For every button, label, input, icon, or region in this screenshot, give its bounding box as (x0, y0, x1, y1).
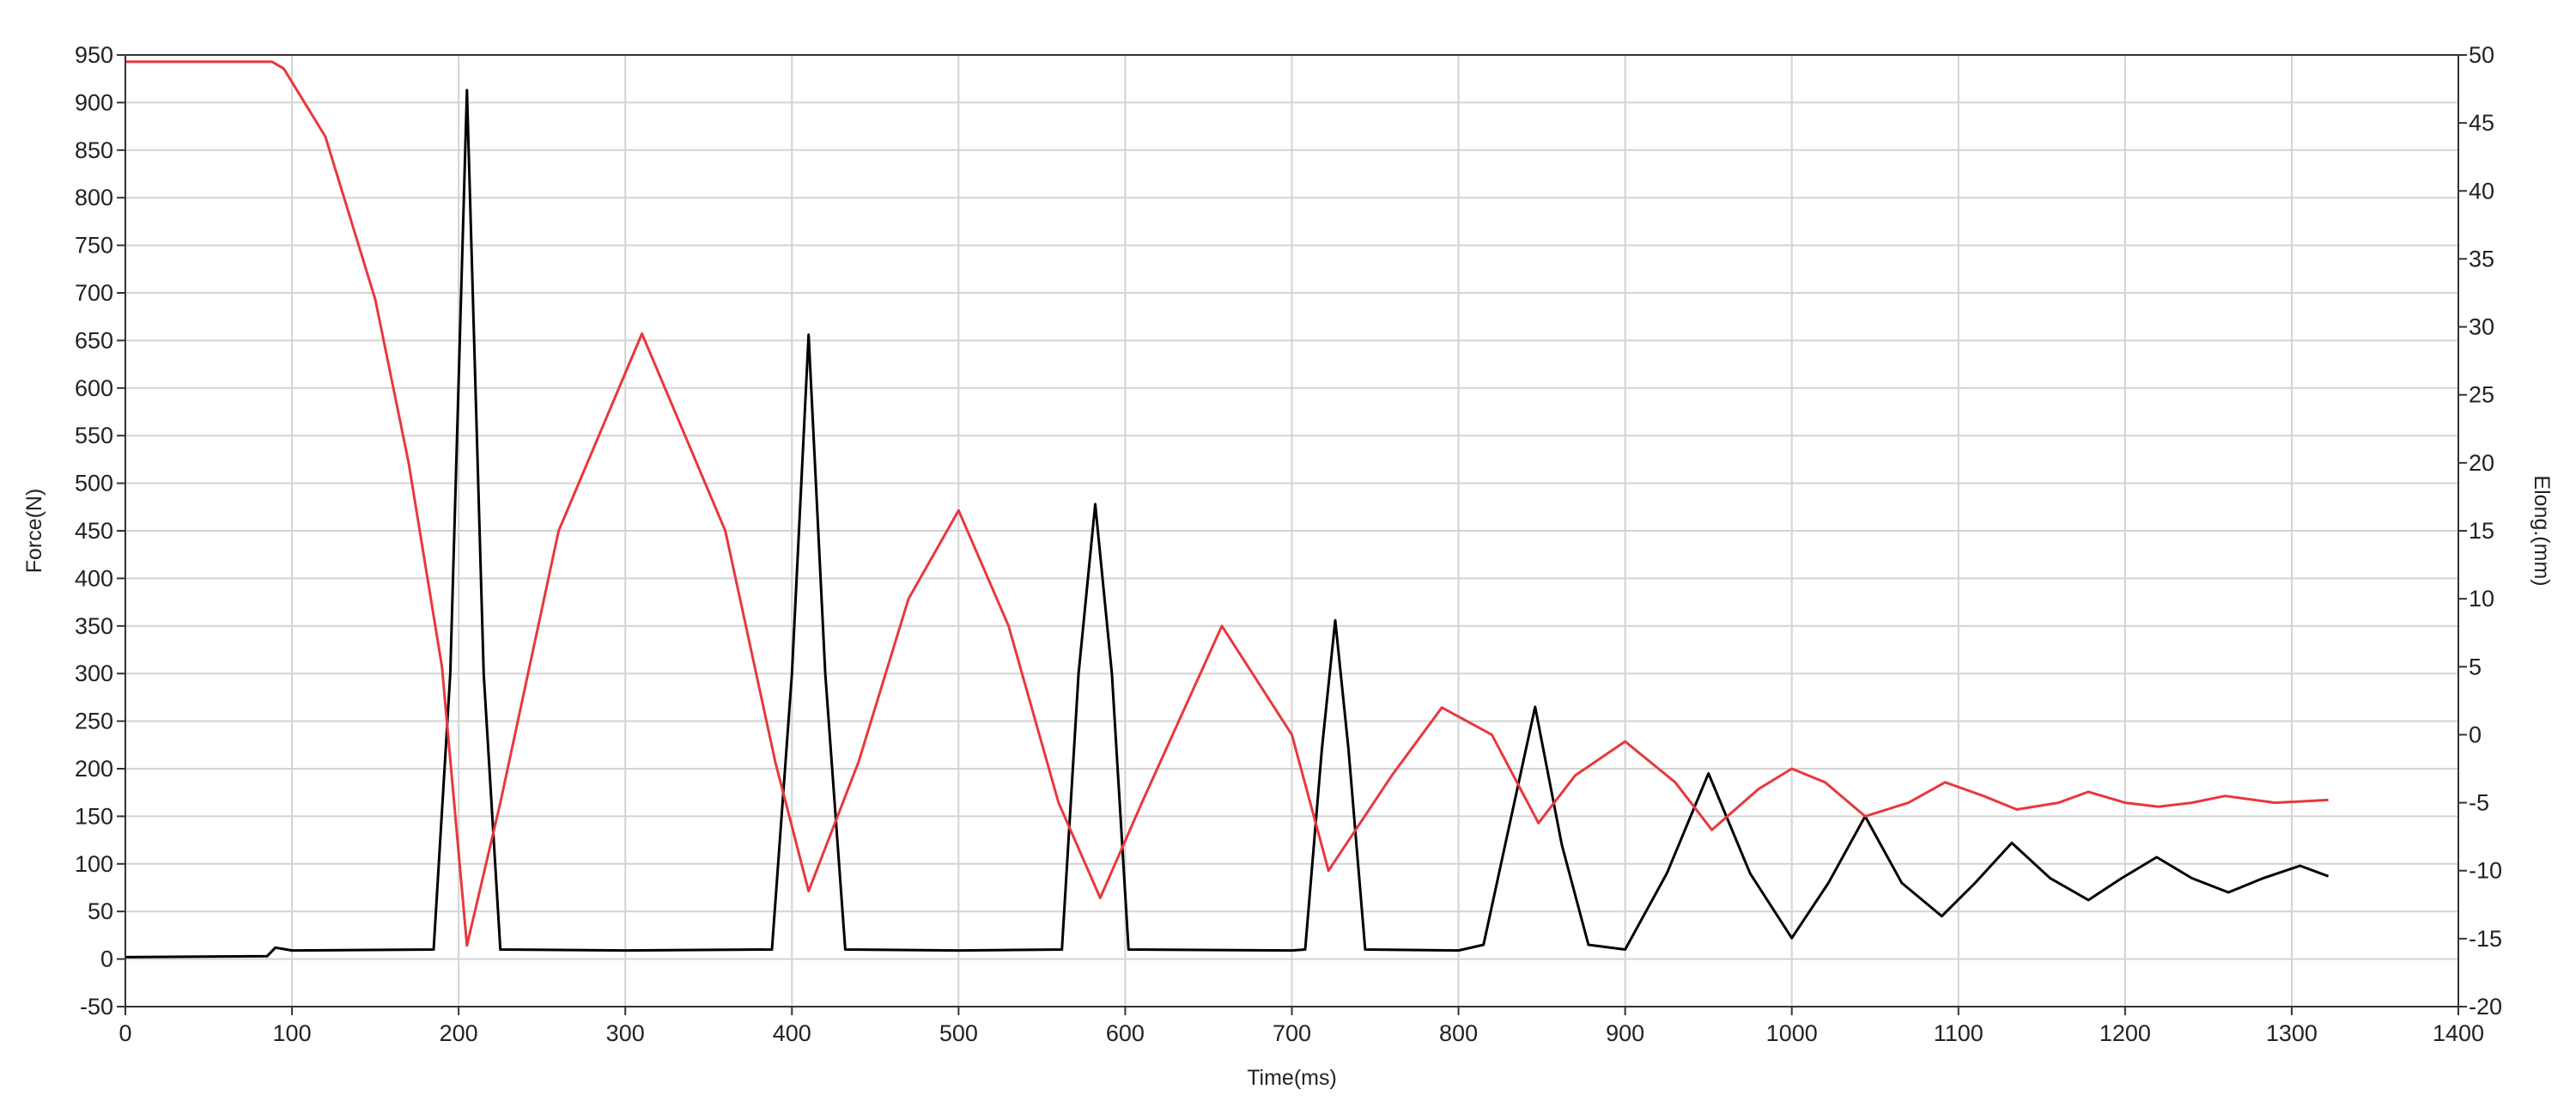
y-tick-label: 850 (75, 137, 113, 163)
x-tick-label: 1300 (2266, 1020, 2318, 1046)
y-tick-label: 50 (88, 898, 113, 924)
x-tick-label: 400 (773, 1020, 811, 1046)
y-tick-label: 300 (75, 660, 113, 686)
y2-tick-label: 25 (2469, 382, 2494, 408)
x-tick-label: 700 (1273, 1020, 1311, 1046)
x-tick-label: 0 (118, 1020, 131, 1046)
y-tick-label: 500 (75, 471, 113, 496)
y-tick-label: 150 (75, 803, 113, 829)
x-tick-label: 600 (1106, 1020, 1145, 1046)
x-tick-label: 800 (1439, 1020, 1478, 1046)
y-tick-label: 550 (75, 423, 113, 448)
x-tick-label: 100 (273, 1020, 312, 1046)
y-tick-label: -50 (80, 994, 113, 1020)
y2-tick-label: 15 (2469, 518, 2494, 544)
x-tick-label: 1400 (2433, 1020, 2484, 1046)
x-tick-label: 300 (606, 1020, 645, 1046)
y2-tick-label: -20 (2469, 994, 2502, 1020)
y-tick-label: 450 (75, 518, 113, 544)
x-tick-label: 900 (1606, 1020, 1644, 1046)
y2-tick-label: 30 (2469, 314, 2494, 340)
x-tick-label: 500 (939, 1020, 978, 1046)
y-tick-label: 600 (75, 375, 113, 401)
y-tick-label: 950 (75, 42, 113, 68)
chart-container: 0100200300400500600700800900100011001200… (0, 0, 2576, 1116)
y-tick-label: 250 (75, 709, 113, 734)
y2-tick-label: -15 (2469, 926, 2502, 952)
y2-tick-label: 5 (2469, 654, 2482, 679)
y-tick-label: 400 (75, 565, 113, 591)
x-tick-label: 200 (440, 1020, 478, 1046)
y-tick-label: 900 (75, 89, 113, 115)
y-tick-label: 0 (100, 947, 113, 972)
y2-tick-label: 40 (2469, 178, 2494, 204)
x-tick-label: 1000 (1766, 1020, 1818, 1046)
y2-tick-label: 45 (2469, 110, 2494, 136)
y-tick-label: 200 (75, 756, 113, 782)
y-tick-label: 750 (75, 233, 113, 259)
y-tick-label: 100 (75, 851, 113, 877)
y-tick-label: 650 (75, 327, 113, 353)
y-axis-title: Force(N) (22, 489, 46, 574)
y2-tick-label: 10 (2469, 586, 2494, 612)
chart-svg: 0100200300400500600700800900100011001200… (0, 0, 2576, 1116)
y2-axis-title: Elong.(mm) (2530, 475, 2554, 586)
y2-tick-label: 0 (2469, 721, 2482, 747)
y-tick-label: 350 (75, 613, 113, 639)
y2-tick-label: -10 (2469, 858, 2502, 884)
x-axis-title: Time(ms) (1247, 1066, 1337, 1090)
y-tick-label: 700 (75, 280, 113, 306)
y2-tick-label: 35 (2469, 246, 2494, 271)
x-tick-label: 1200 (2099, 1020, 2151, 1046)
y2-tick-label: 50 (2469, 42, 2494, 68)
chart-background (0, 0, 2576, 1116)
x-tick-label: 1100 (1934, 1020, 1984, 1046)
y2-tick-label: -5 (2469, 790, 2489, 816)
y-tick-label: 800 (75, 185, 113, 210)
y2-tick-label: 20 (2469, 450, 2494, 476)
grid (125, 55, 2458, 1007)
